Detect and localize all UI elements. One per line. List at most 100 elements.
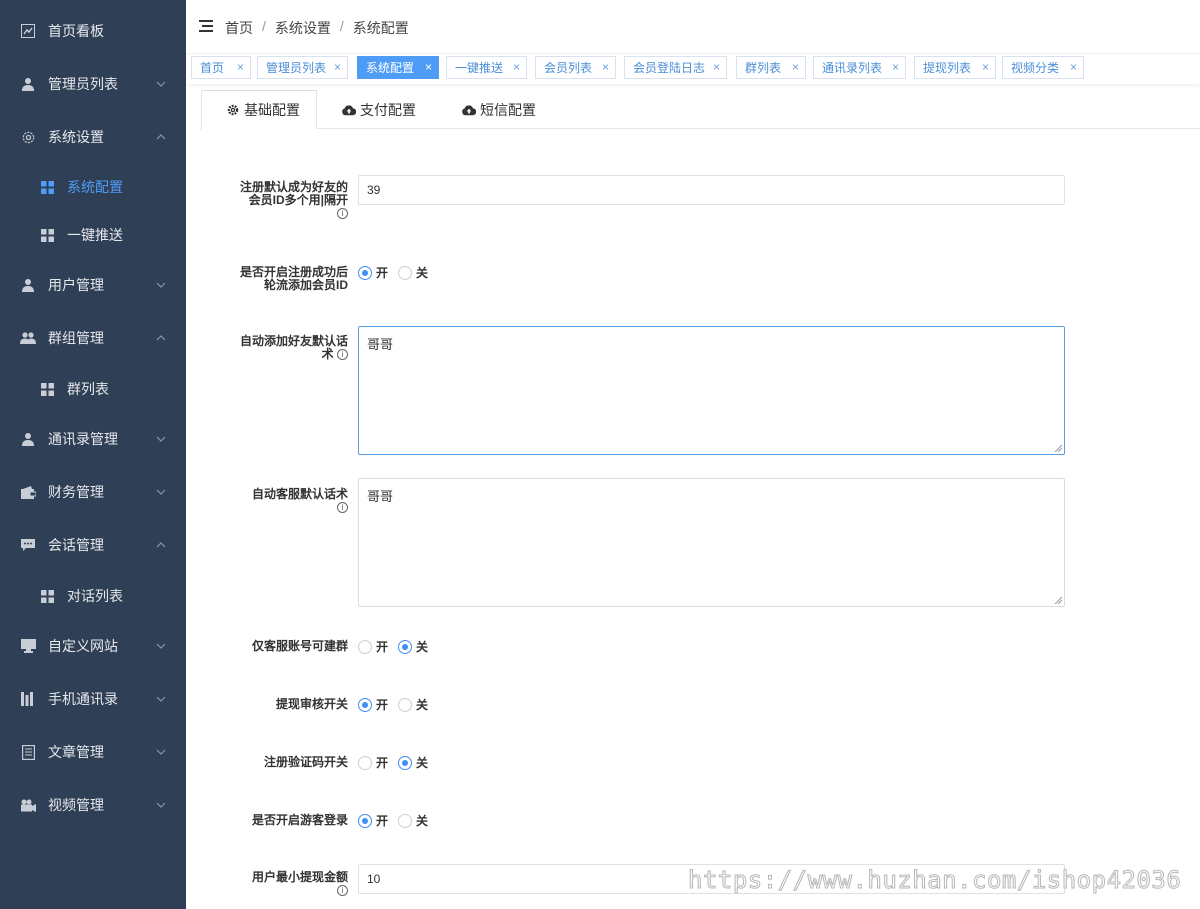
tab-label: 通讯录列表 bbox=[822, 61, 883, 75]
page-tabs: 首页 × 管理员列表 × 系统配置 × 一键推送 × 会员列表 × 会员登陆日志 × 群列表… bbox=[186, 54, 1200, 84]
wallet-icon bbox=[20, 484, 36, 500]
radio-on[interactable]: 开 bbox=[358, 754, 388, 771]
user-icon bbox=[20, 431, 36, 447]
tab-label: 系统配置 bbox=[366, 61, 415, 75]
sidebar-item-videos[interactable]: 视频管理 bbox=[0, 782, 186, 828]
header: 首页 / 系统设置 / 系统配置 bbox=[186, 0, 1200, 54]
radio-off[interactable]: 关 bbox=[398, 264, 428, 281]
close-icon[interactable]: × bbox=[237, 60, 244, 74]
radio-off[interactable]: 关 bbox=[398, 754, 428, 771]
label-line: 会员ID多个用|隔开 bbox=[248, 193, 348, 207]
cs-only-group-label: 仅客服账号可建群 bbox=[251, 639, 348, 653]
radio-on[interactable]: 开 bbox=[358, 696, 388, 713]
auto-friend-script-textarea[interactable]: 哥哥 bbox=[358, 326, 1065, 455]
tab-push[interactable]: 一键推送 × bbox=[446, 56, 527, 79]
radio-on[interactable]: 开 bbox=[358, 812, 388, 829]
tab-contacts-list[interactable]: 通讯录列表 × bbox=[813, 56, 906, 79]
register-captcha-label: 注册验证码开关 bbox=[263, 755, 348, 769]
radio-off[interactable]: 关 bbox=[398, 638, 428, 655]
tab-home[interactable]: 首页 × bbox=[191, 56, 251, 79]
sidebar-item-group-list[interactable]: 群列表 bbox=[0, 366, 186, 412]
sidebar-item-group-management[interactable]: 群组管理 bbox=[0, 315, 186, 361]
chevron-down-icon bbox=[156, 81, 166, 87]
breadcrumb-item: 系统配置 bbox=[352, 20, 409, 36]
close-icon[interactable]: × bbox=[425, 60, 432, 74]
chevron-down-icon bbox=[156, 749, 166, 755]
radio-off[interactable]: 关 bbox=[398, 812, 428, 829]
sidebar-item-label: 系统设置 bbox=[48, 129, 104, 145]
sidebar-item-user-management[interactable]: 用户管理 bbox=[0, 262, 186, 308]
tab-group-list[interactable]: 群列表 × bbox=[736, 56, 806, 79]
menu-toggle-icon[interactable] bbox=[199, 20, 213, 32]
radio-unchecked-icon bbox=[358, 639, 372, 654]
tab-withdraw-list[interactable]: 提现列表 × bbox=[914, 56, 996, 79]
close-icon[interactable]: × bbox=[513, 60, 520, 74]
sidebar: 首页看板 管理员列表 系统设置 系统配置 一键推送 用户管理 群组管理 群列表 … bbox=[0, 0, 186, 909]
radio-label: 关 bbox=[416, 756, 429, 770]
radio-checked-icon bbox=[358, 265, 372, 280]
breadcrumb: 首页 / 系统设置 / 系统配置 bbox=[225, 18, 409, 38]
radio-label: 开 bbox=[376, 640, 389, 654]
resize-grip-icon[interactable] bbox=[1054, 444, 1062, 452]
radio-on[interactable]: 开 bbox=[358, 638, 388, 655]
sidebar-item-articles[interactable]: 文章管理 bbox=[0, 729, 186, 775]
sidebar-item-admin-list[interactable]: 管理员列表 bbox=[0, 61, 186, 107]
sidebar-item-finance[interactable]: 财务管理 bbox=[0, 469, 186, 515]
tab-member-list[interactable]: 会员列表 × bbox=[535, 56, 616, 79]
grid-icon bbox=[39, 179, 55, 195]
auto-cs-script-label: 自动客服默认话术 i bbox=[252, 488, 348, 514]
close-icon[interactable]: × bbox=[982, 60, 989, 74]
close-icon[interactable]: × bbox=[1070, 60, 1077, 74]
radio-on[interactable]: 开 bbox=[358, 264, 388, 281]
breadcrumb-separator: / bbox=[339, 18, 344, 34]
tab-label: 群列表 bbox=[745, 61, 782, 75]
sidebar-item-dashboard[interactable]: 首页看板 bbox=[0, 8, 186, 54]
label-line: 用户最小提现金额 bbox=[251, 870, 348, 884]
close-icon[interactable]: × bbox=[792, 60, 799, 74]
radio-off[interactable]: 关 bbox=[398, 696, 428, 713]
info-icon[interactable]: i bbox=[337, 502, 348, 514]
tab-login-log[interactable]: 会员登陆日志 × bbox=[624, 56, 727, 79]
grid-icon bbox=[39, 227, 55, 243]
close-icon[interactable]: × bbox=[713, 60, 720, 74]
tab-label: 会员列表 bbox=[544, 61, 593, 75]
tab-sms-config[interactable]: 短信配置 bbox=[462, 90, 536, 129]
info-icon[interactable]: i bbox=[337, 349, 348, 361]
tab-payment-config[interactable]: 支付配置 bbox=[342, 90, 416, 129]
tab-admin-list[interactable]: 管理员列表 × bbox=[257, 56, 348, 79]
breadcrumb-item[interactable]: 系统设置 bbox=[275, 18, 331, 38]
sidebar-item-push[interactable]: 一键推送 bbox=[0, 212, 186, 258]
close-icon[interactable]: × bbox=[602, 60, 609, 74]
register-captcha-radio-group: 开 关 bbox=[358, 754, 438, 771]
auto-cs-script-textarea[interactable]: 哥哥 bbox=[358, 478, 1065, 607]
sidebar-item-phone-contacts[interactable]: 手机通讯录 bbox=[0, 676, 186, 722]
dashboard-icon bbox=[20, 23, 36, 39]
resize-grip-icon[interactable] bbox=[1054, 596, 1062, 604]
label-line: 自动客服默认话术 bbox=[251, 487, 348, 501]
tab-basic-config[interactable]: 基础配置 bbox=[201, 90, 317, 129]
chevron-up-icon bbox=[156, 542, 166, 548]
sidebar-item-custom-website[interactable]: 自定义网站 bbox=[0, 623, 186, 669]
breadcrumb-item[interactable]: 首页 bbox=[225, 18, 253, 38]
sidebar-item-label: 会话管理 bbox=[48, 537, 104, 553]
sidebar-item-dialog-list[interactable]: 对话列表 bbox=[0, 573, 186, 619]
info-icon[interactable]: i bbox=[337, 208, 348, 220]
withdraw-review-label: 提现审核开关 bbox=[275, 697, 348, 711]
close-icon[interactable]: × bbox=[892, 60, 899, 74]
guest-login-radio-group: 开 关 bbox=[358, 812, 438, 829]
sidebar-item-system-config[interactable]: 系统配置 bbox=[0, 164, 186, 210]
sidebar-item-contacts-management[interactable]: 通讯录管理 bbox=[0, 416, 186, 462]
group-icon bbox=[20, 330, 36, 346]
sidebar-item-label: 手机通讯录 bbox=[48, 691, 118, 707]
default-friend-input[interactable]: 39 bbox=[358, 175, 1065, 205]
radio-unchecked-icon bbox=[398, 697, 413, 712]
info-icon[interactable]: i bbox=[337, 885, 348, 897]
sidebar-item-conversation[interactable]: 会话管理 bbox=[0, 522, 186, 568]
sidebar-item-label: 财务管理 bbox=[48, 484, 104, 500]
sidebar-item-system-settings[interactable]: 系统设置 bbox=[0, 114, 186, 160]
close-icon[interactable]: × bbox=[334, 60, 341, 74]
camera-icon bbox=[20, 797, 36, 813]
cloud-upload-icon bbox=[342, 103, 356, 117]
tab-system-config[interactable]: 系统配置 × bbox=[357, 56, 439, 79]
tab-video-category[interactable]: 视频分类 × bbox=[1002, 56, 1084, 79]
